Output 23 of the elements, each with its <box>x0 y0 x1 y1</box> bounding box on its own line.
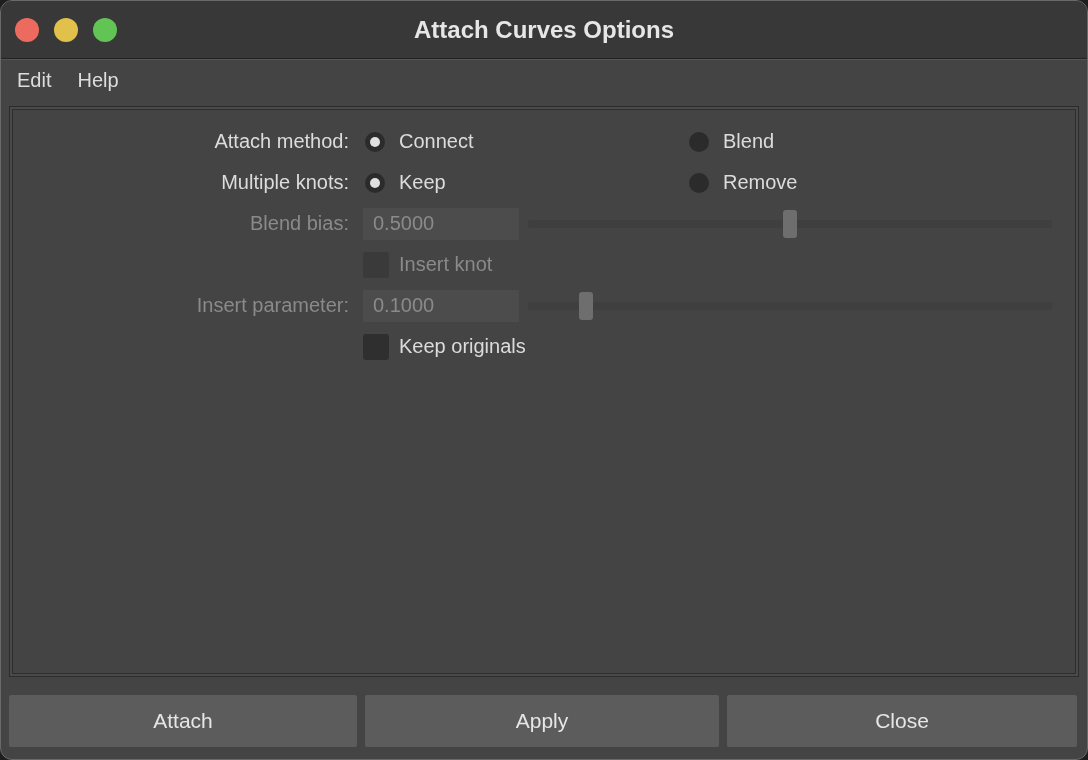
menu-item[interactable]: Edit <box>7 64 62 96</box>
radio-label: Keep <box>399 171 446 194</box>
menu-item[interactable]: Help <box>67 64 129 96</box>
radio-label: Connect <box>399 130 474 153</box>
close-button[interactable]: Close <box>727 695 1077 747</box>
attach-button[interactable]: Attach <box>9 695 357 747</box>
radio-label: Blend <box>723 130 775 153</box>
field-label: Attach method: <box>213 130 349 153</box>
checkbox-label: Keep originals <box>399 335 526 358</box>
field-label: Blend bias: <box>249 212 349 235</box>
radio-button[interactable] <box>689 172 709 193</box>
checkbox-label: Insert knot <box>399 253 493 276</box>
radio-button[interactable] <box>365 131 385 152</box>
apply-button[interactable]: Apply <box>365 695 719 747</box>
window-title: Attach Curves Options <box>413 15 674 43</box>
radio-button[interactable] <box>365 172 385 193</box>
field-label: Insert parameter: <box>195 294 349 317</box>
field-label: Multiple knots: <box>220 171 349 194</box>
close-icon[interactable] <box>15 17 39 42</box>
minimize-icon[interactable] <box>54 17 78 42</box>
radio-button[interactable] <box>689 131 709 152</box>
zoom-icon[interactable] <box>93 17 117 42</box>
radio-label: Remove <box>723 171 798 194</box>
